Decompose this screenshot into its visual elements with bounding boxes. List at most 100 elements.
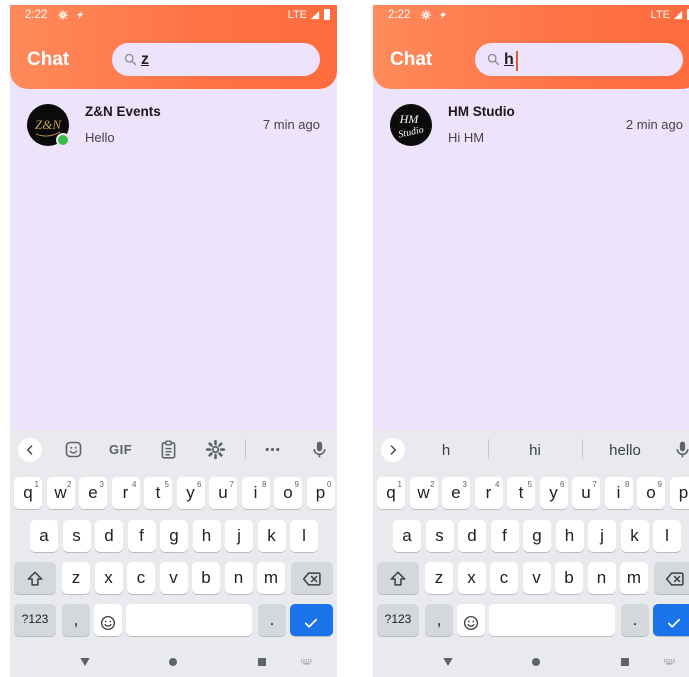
- comma-key[interactable]: ,: [425, 604, 453, 636]
- key-i[interactable]: i8: [604, 477, 633, 509]
- key-x[interactable]: x: [457, 562, 486, 594]
- backspace-key[interactable]: [654, 562, 689, 594]
- key-k[interactable]: k: [620, 520, 649, 552]
- key-e[interactable]: e3: [442, 477, 470, 509]
- mic-icon[interactable]: [309, 439, 330, 460]
- key-o[interactable]: o9: [637, 477, 665, 509]
- key-z[interactable]: z: [425, 562, 453, 594]
- space-bar[interactable]: [126, 604, 252, 636]
- chat-list-item[interactable]: HM Studio HM Studio Hi HM 2 min ago: [373, 100, 689, 152]
- enter-key[interactable]: [653, 604, 689, 636]
- search-input[interactable]: h: [475, 43, 683, 76]
- key-f[interactable]: f: [490, 520, 519, 552]
- sticker-icon[interactable]: [63, 439, 84, 460]
- emoji-key[interactable]: [94, 604, 122, 636]
- key-t[interactable]: t5: [144, 477, 172, 509]
- key-y[interactable]: y6: [539, 477, 568, 509]
- gif-button[interactable]: GIF: [109, 442, 132, 457]
- recent-apps-icon[interactable]: [254, 654, 270, 670]
- key-p[interactable]: p0: [306, 477, 335, 509]
- key-g[interactable]: g: [523, 520, 551, 552]
- key-m[interactable]: m: [620, 562, 648, 594]
- chat-list-item[interactable]: Z&N Z&N Events Hello 7 min ago: [10, 100, 337, 152]
- key-w[interactable]: w2: [409, 477, 438, 509]
- suggestion-hello[interactable]: hello: [595, 442, 655, 459]
- key-r[interactable]: r4: [111, 477, 140, 509]
- key-h[interactable]: h: [192, 520, 221, 552]
- symbols-key[interactable]: ?123: [14, 604, 56, 636]
- space-bar[interactable]: [489, 604, 615, 636]
- key-u[interactable]: u7: [572, 477, 600, 509]
- key-y[interactable]: y6: [176, 477, 205, 509]
- shift-key[interactable]: [14, 562, 56, 594]
- key-k[interactable]: k: [257, 520, 286, 552]
- home-icon[interactable]: [528, 654, 544, 670]
- contact-name[interactable]: HM Studio: [448, 104, 515, 119]
- key-b[interactable]: b: [555, 562, 583, 594]
- key-s[interactable]: s: [425, 520, 454, 552]
- search-query[interactable]: h: [504, 51, 514, 69]
- home-icon[interactable]: [165, 654, 181, 670]
- comma-key[interactable]: ,: [62, 604, 90, 636]
- key-j[interactable]: j: [588, 520, 616, 552]
- keyboard-hide-icon[interactable]: [299, 654, 315, 670]
- key-n[interactable]: n: [587, 562, 616, 594]
- suggestion-h[interactable]: h: [416, 442, 476, 459]
- key-j[interactable]: j: [225, 520, 253, 552]
- backspace-key[interactable]: [291, 562, 333, 594]
- key-u[interactable]: u7: [209, 477, 237, 509]
- key-l[interactable]: l: [653, 520, 681, 552]
- key-p[interactable]: p0: [669, 477, 689, 509]
- key-s[interactable]: s: [62, 520, 91, 552]
- key-v[interactable]: v: [522, 562, 551, 594]
- key-label: v: [169, 568, 178, 587]
- shift-key[interactable]: [377, 562, 419, 594]
- key-f[interactable]: f: [127, 520, 156, 552]
- back-icon[interactable]: [77, 654, 93, 670]
- avatar[interactable]: HM Studio: [390, 104, 432, 146]
- back-icon[interactable]: [440, 654, 456, 670]
- key-c[interactable]: c: [127, 562, 155, 594]
- period-key[interactable]: .: [258, 604, 286, 636]
- enter-key[interactable]: [290, 604, 333, 636]
- expand-toolbar-button[interactable]: [381, 438, 405, 462]
- keyboard-hide-icon[interactable]: [662, 654, 678, 670]
- mic-icon[interactable]: [672, 439, 689, 460]
- key-q[interactable]: q1: [14, 477, 42, 509]
- suggestion-divider: [582, 439, 583, 459]
- key-z[interactable]: z: [62, 562, 90, 594]
- key-q[interactable]: q1: [377, 477, 405, 509]
- key-c[interactable]: c: [490, 562, 518, 594]
- key-m[interactable]: m: [257, 562, 285, 594]
- period-key[interactable]: .: [621, 604, 649, 636]
- key-label: t: [518, 483, 524, 502]
- key-o[interactable]: o9: [274, 477, 302, 509]
- clipboard-icon[interactable]: [158, 439, 179, 460]
- search-query[interactable]: z: [141, 51, 149, 69]
- key-b[interactable]: b: [192, 562, 220, 594]
- more-icon[interactable]: [262, 439, 283, 460]
- search-input[interactable]: z: [112, 43, 320, 76]
- key-a[interactable]: a: [30, 520, 58, 552]
- key-r[interactable]: r4: [474, 477, 503, 509]
- key-n[interactable]: n: [224, 562, 253, 594]
- recent-apps-icon[interactable]: [617, 654, 633, 670]
- key-d[interactable]: d: [95, 520, 123, 552]
- key-g[interactable]: g: [160, 520, 188, 552]
- key-x[interactable]: x: [94, 562, 123, 594]
- key-d[interactable]: d: [458, 520, 486, 552]
- suggestion-hi[interactable]: hi: [505, 442, 565, 459]
- key-h[interactable]: h: [555, 520, 584, 552]
- key-i[interactable]: i8: [241, 477, 270, 509]
- emoji-key[interactable]: [457, 604, 485, 636]
- symbols-key[interactable]: ?123: [377, 604, 419, 636]
- key-e[interactable]: e3: [79, 477, 107, 509]
- key-v[interactable]: v: [159, 562, 188, 594]
- gear-icon[interactable]: [205, 439, 226, 460]
- key-w[interactable]: w2: [46, 477, 75, 509]
- key-a[interactable]: a: [393, 520, 421, 552]
- collapse-toolbar-button[interactable]: [18, 438, 42, 462]
- contact-name[interactable]: Z&N Events: [85, 104, 161, 119]
- key-l[interactable]: l: [290, 520, 318, 552]
- key-t[interactable]: t5: [507, 477, 535, 509]
